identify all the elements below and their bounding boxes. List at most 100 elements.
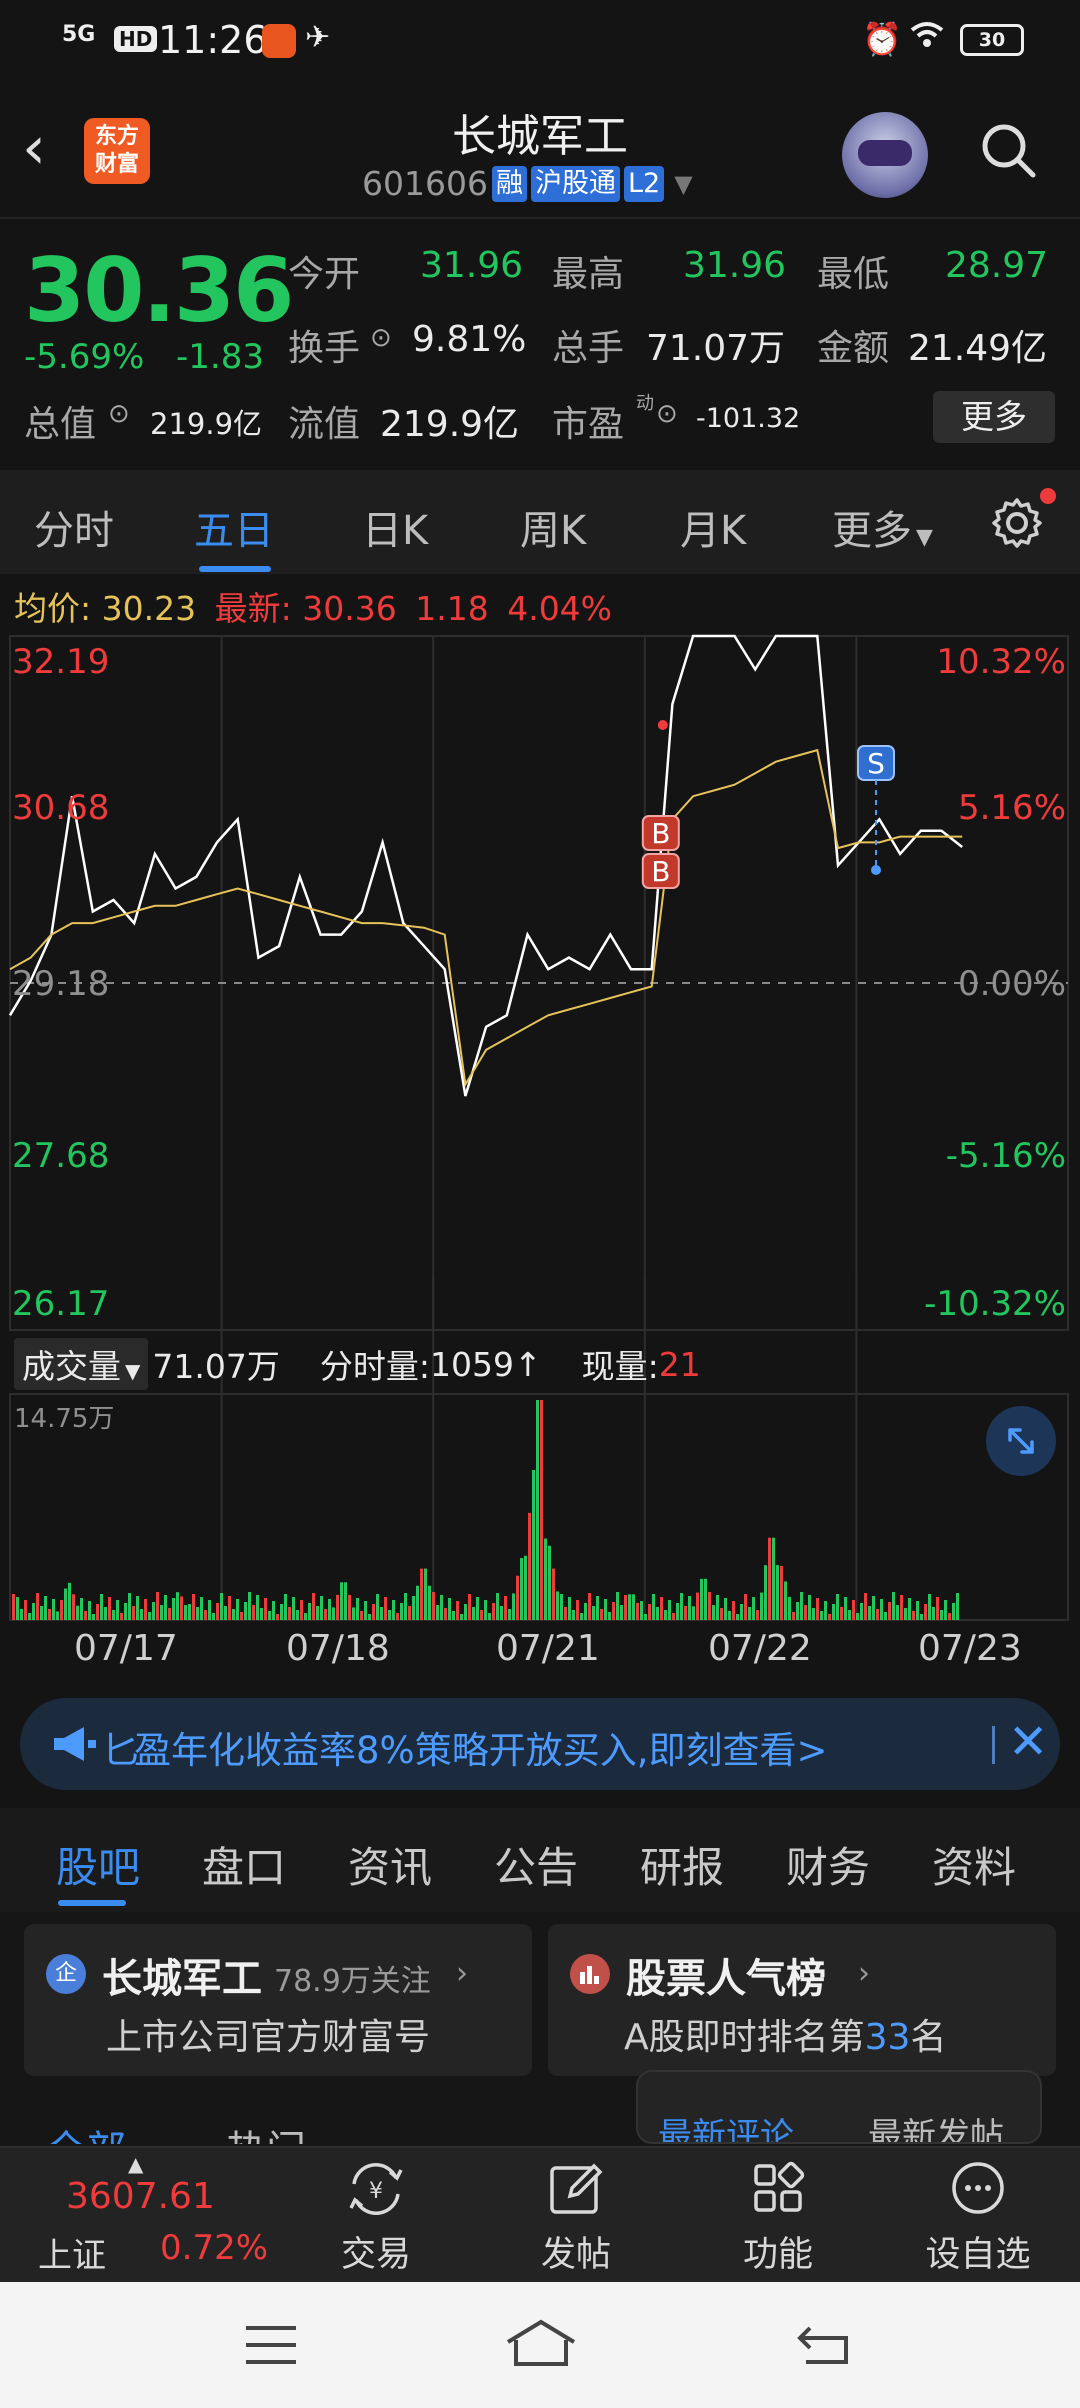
tab-weekly-k[interactable]: 周K [520, 498, 586, 556]
nav-label: 发帖 [540, 2235, 611, 2275]
volume-bar [228, 1596, 231, 1620]
tab-all[interactable]: 全部 [46, 2118, 126, 2144]
tab-intraday[interactable]: 分时 [34, 498, 114, 556]
followers: 78.9万关注 [274, 1964, 431, 1999]
price-series-line [8, 634, 963, 1097]
notification-dot [1040, 488, 1056, 504]
pe-label: 市盈 [552, 404, 625, 445]
volume-bar [20, 1608, 23, 1620]
assistant-avatar[interactable] [842, 112, 928, 198]
volume-bar [148, 1612, 151, 1620]
more-button[interactable]: 更多 [933, 391, 1055, 443]
volume-bar [164, 1595, 167, 1620]
five-day-chart[interactable]: BB S [0, 630, 1080, 1690]
info-icon[interactable]: ⊙ [108, 399, 130, 429]
volume-bar [532, 1470, 535, 1620]
sort-toggle[interactable]: 最新评论 最新发帖 [636, 2070, 1042, 2144]
volume-bar [480, 1610, 483, 1620]
buy-marker[interactable]: B [641, 853, 680, 889]
back-nav-icon[interactable] [796, 2322, 850, 2366]
volume-bar [660, 1597, 663, 1620]
volume-bar [552, 1568, 555, 1620]
app-notification-icon [262, 24, 296, 58]
mktcap-value: 219.9亿 [150, 407, 263, 441]
volume-bar [436, 1605, 439, 1620]
volume-bar [760, 1592, 763, 1620]
sort-latest-comment[interactable]: 最新评论 [658, 2108, 794, 2142]
index-value[interactable]: 3607.61 [66, 2176, 215, 2217]
volume-bar [956, 1593, 959, 1620]
nav-watchlist[interactable]: 设自选 [918, 2158, 1038, 2277]
volume-bar [300, 1600, 303, 1620]
tab-hot[interactable]: 热门 [226, 2118, 306, 2144]
volume-bar [336, 1594, 339, 1620]
volume-bar [96, 1604, 99, 1620]
nav-post[interactable]: 发帖 [516, 2158, 636, 2277]
tab-orderbook[interactable]: 盘口 [202, 1834, 286, 1895]
tab-guba[interactable]: 股吧 [56, 1834, 140, 1895]
volume-bar [944, 1600, 947, 1620]
active-tab-indicator [199, 566, 271, 572]
dropdown-icon[interactable]: ▼ [674, 170, 692, 198]
volume-bar [268, 1611, 271, 1620]
volume-bar [476, 1597, 479, 1620]
tab-profile[interactable]: 资料 [932, 1834, 1016, 1895]
nav-trade[interactable]: ¥ 交易 [316, 2158, 436, 2277]
gear-icon[interactable] [990, 496, 1044, 550]
tab-daily-k[interactable]: 日K [362, 498, 428, 556]
expand-icon[interactable] [986, 1406, 1056, 1476]
volume-bar [396, 1613, 399, 1620]
volume-bar [484, 1600, 487, 1620]
tab-finance[interactable]: 财务 [786, 1834, 870, 1895]
nav-functions[interactable]: 功能 [718, 2158, 838, 2277]
volume-bar [608, 1612, 611, 1620]
volume-bar [852, 1600, 855, 1620]
volume-bar [236, 1599, 239, 1620]
tab-more[interactable]: 更多 ▼ [832, 498, 933, 556]
sell-marker[interactable]: S [857, 745, 895, 781]
volume-bar [704, 1578, 707, 1620]
official-account-card[interactable]: 企 长城军工 78.9万关注 › 上市公司官方财富号 [24, 1924, 532, 2076]
edit-icon [550, 2163, 603, 2214]
popularity-card[interactable]: 股票人气榜 › A股即时排名第33名 [548, 1924, 1056, 2076]
tab-five-day[interactable]: 五日 [194, 498, 274, 556]
menu-icon[interactable] [244, 2324, 298, 2366]
volume-bar [676, 1603, 679, 1620]
info-icon[interactable]: ⊙ [656, 399, 678, 429]
volume-bar [636, 1602, 639, 1620]
tab-research[interactable]: 研报 [640, 1834, 724, 1895]
tab-monthly-k[interactable]: 月K [680, 498, 746, 556]
volume-bar [240, 1612, 243, 1620]
volume-bar [632, 1594, 635, 1620]
search-icon[interactable] [978, 120, 1038, 180]
promo-banner[interactable]: 匕 盈年化收益率8%策略开放买入,即刻查看> ✕ [20, 1698, 1060, 1790]
info-icon[interactable]: ⊙ [370, 323, 392, 353]
home-icon[interactable] [504, 2318, 578, 2368]
volume-bar [76, 1605, 79, 1620]
index-pct[interactable]: 0.72% [160, 2228, 268, 2268]
volume-selector[interactable]: 成交量 ▼ [14, 1338, 149, 1390]
high-label: 最高 [552, 254, 625, 295]
price-summary-line: 均价: 30.23 最新: 30.36 1.18 4.04% [14, 582, 612, 630]
tab-news[interactable]: 资讯 [348, 1834, 432, 1895]
volume-bar [588, 1593, 591, 1620]
buy-marker[interactable]: B [641, 815, 680, 851]
index-name[interactable]: 上证 [38, 2228, 106, 2277]
volume-bar [732, 1601, 735, 1620]
tab-announcements[interactable]: 公告 [494, 1834, 578, 1895]
y-tick-right-lower: -5.16% [945, 1136, 1066, 1176]
volume-total: 71.07万 [152, 1347, 280, 1386]
volume-bar [12, 1594, 15, 1620]
volume-bar [116, 1600, 119, 1620]
volume-bar [304, 1613, 307, 1620]
stock-code-line[interactable]: 601606 融 沪股通 L2 ▼ [362, 164, 693, 203]
volume-bar [668, 1600, 671, 1620]
volume-bar [344, 1582, 347, 1620]
volume-bar [324, 1609, 327, 1620]
sort-latest-post[interactable]: 最新发帖 [868, 2108, 1004, 2142]
volume-bar [712, 1605, 715, 1620]
volume-bar [604, 1599, 607, 1620]
volume-bar [616, 1592, 619, 1620]
latest-pct: 4.04% [507, 589, 613, 628]
close-icon[interactable]: ✕ [1008, 1714, 1048, 1770]
